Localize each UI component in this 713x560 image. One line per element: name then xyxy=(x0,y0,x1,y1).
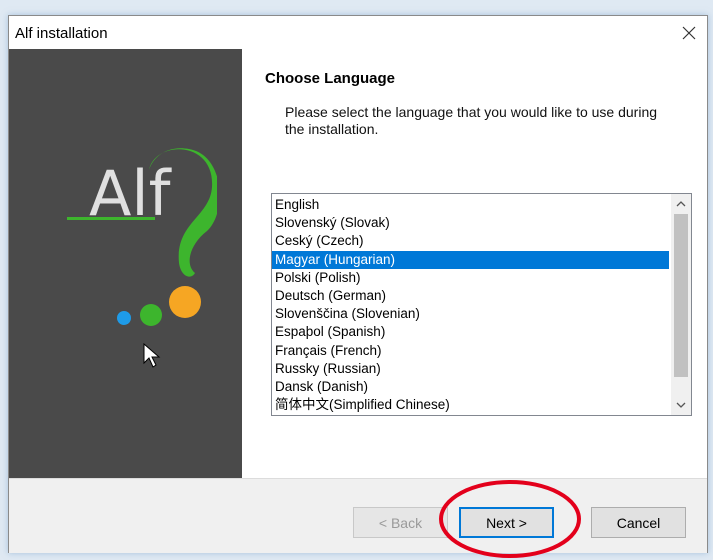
side-banner: Alf xyxy=(9,49,242,478)
close-icon xyxy=(682,26,696,40)
back-button[interactable]: < Back xyxy=(353,507,448,538)
language-option[interactable]: Russky (Russian) xyxy=(272,360,669,378)
language-option[interactable]: Deutsch (German) xyxy=(272,287,669,305)
language-option[interactable]: English xyxy=(272,196,669,214)
language-listbox[interactable]: English Slovenský (Slovak) Ceský (Czech) Ma… xyxy=(271,193,692,416)
orange-dot xyxy=(169,286,201,318)
installer-dialog: Alf installation Alf Choose Language Ple… xyxy=(8,15,708,553)
close-button[interactable] xyxy=(673,19,705,47)
language-option[interactable]: Slovenský (Slovak) xyxy=(272,214,669,232)
highlight-circle-annotation xyxy=(439,480,581,558)
listbox-scrollbar[interactable] xyxy=(671,194,691,415)
scroll-up-button[interactable] xyxy=(671,194,691,214)
language-option[interactable]: 简体中文(Simplified Chinese) xyxy=(272,396,669,414)
mouse-cursor-icon xyxy=(143,343,161,368)
language-option[interactable]: Slovenščina (Slovenian) xyxy=(272,305,669,323)
window-title: Alf installation xyxy=(15,25,108,42)
chevron-down-icon xyxy=(676,402,686,408)
alf-logo: Alf xyxy=(67,148,217,326)
language-option[interactable]: Polski (Polish) xyxy=(272,269,669,287)
scroll-thumb[interactable] xyxy=(674,214,688,377)
logo-text: Alf xyxy=(89,157,173,230)
language-list: English Slovenský (Slovak) Ceský (Czech) Ma… xyxy=(272,196,669,414)
language-option[interactable]: Espaþol (Spanish) xyxy=(272,323,669,341)
scroll-down-button[interactable] xyxy=(671,395,691,415)
page-heading: Choose Language xyxy=(265,70,396,87)
blue-dot xyxy=(117,311,131,325)
chevron-up-icon xyxy=(676,201,686,207)
title-bar: Alf installation xyxy=(9,16,707,49)
language-option[interactable]: Magyar (Hungarian) xyxy=(272,250,669,269)
page-description: Please select the language that you woul… xyxy=(285,104,658,137)
content-area: Choose Language Please select the langua… xyxy=(242,49,707,478)
language-option[interactable]: Dansk (Danish) xyxy=(272,378,669,396)
language-option[interactable]: Ceský (Czech) xyxy=(272,232,669,250)
cancel-button[interactable]: Cancel xyxy=(591,507,686,538)
button-bar: < Back Next > Cancel xyxy=(9,478,707,553)
language-option[interactable]: Français (French) xyxy=(272,342,669,360)
green-dot xyxy=(140,304,162,326)
